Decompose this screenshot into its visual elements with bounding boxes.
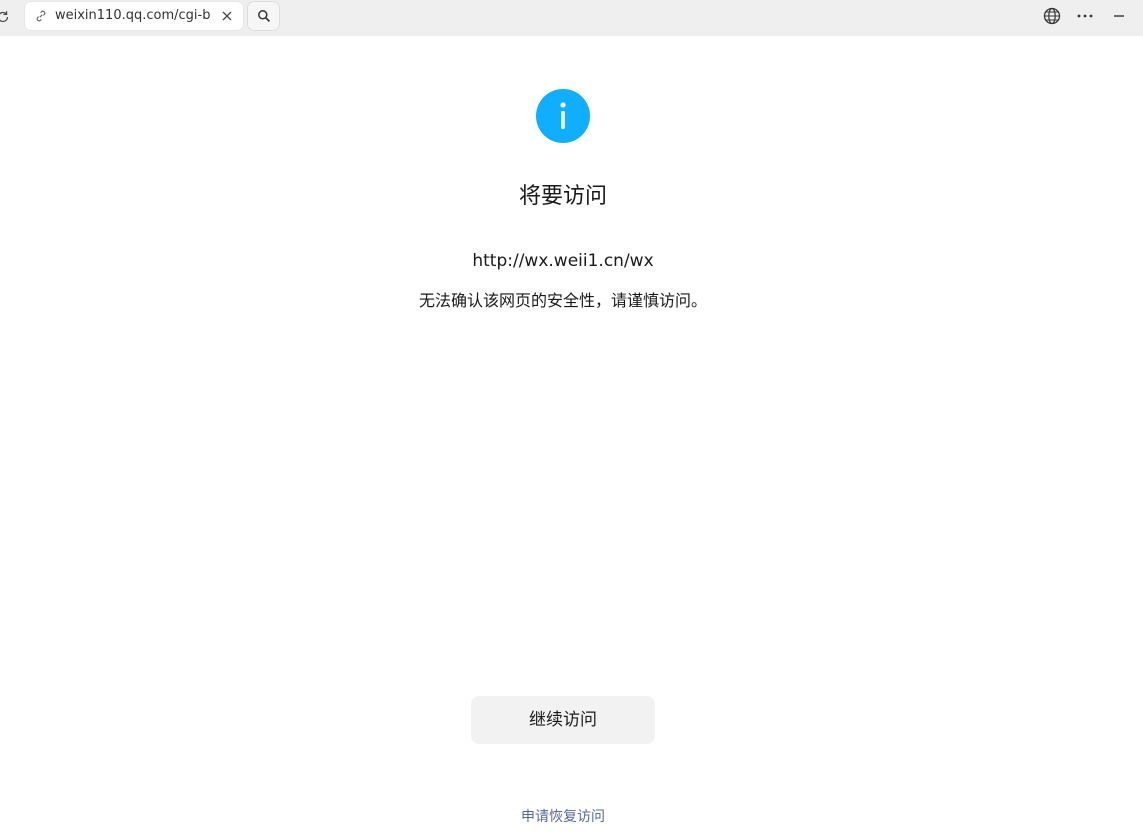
target-url: http://wx.weii1.cn/wx	[472, 251, 654, 271]
close-icon[interactable]	[221, 10, 233, 22]
security-warning: 无法确认该网页的安全性，请谨慎访问。	[418, 291, 707, 310]
search-icon	[258, 10, 271, 23]
minimize-icon[interactable]	[1109, 6, 1129, 26]
continue-button[interactable]: 继续访问	[471, 696, 655, 744]
search-button[interactable]	[248, 2, 279, 30]
browser-toolbar: weixin110.qq.com/cgi-bin/mmspamsupport-b…	[0, 0, 1143, 36]
page-title: 将要访问	[518, 184, 607, 209]
address-text[interactable]: weixin110.qq.com/cgi-bin/mmspamsupport-b…	[55, 8, 211, 24]
globe-icon[interactable]	[1042, 6, 1062, 26]
info-icon	[536, 89, 590, 143]
reload-icon[interactable]	[0, 10, 10, 24]
address-bar[interactable]: weixin110.qq.com/cgi-bin/mmspamsupport-b…	[25, 2, 243, 30]
appeal-link[interactable]: 申请恢复访问	[0, 807, 1126, 827]
link-icon	[36, 10, 46, 22]
more-icon[interactable]	[1075, 6, 1095, 26]
